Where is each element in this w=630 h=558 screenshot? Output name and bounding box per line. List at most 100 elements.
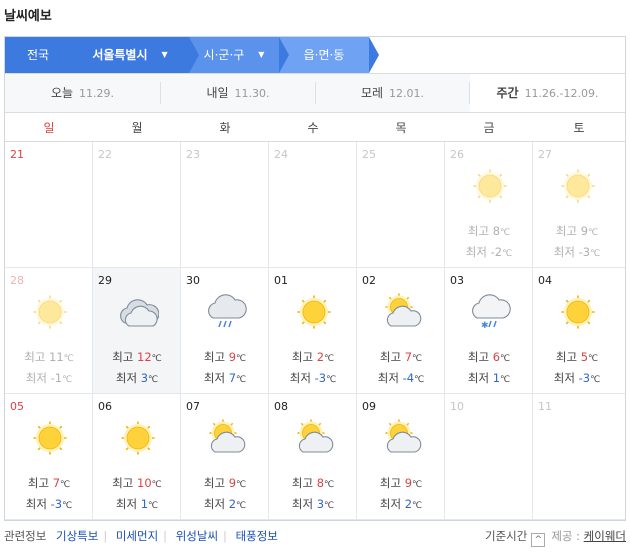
calendar-day-cell: 03 ✱ 최고 6℃ 최저 1℃ <box>445 268 533 394</box>
location-country-button[interactable]: 전국 <box>5 37 81 73</box>
low-temp-label: 최저 <box>553 371 575 385</box>
high-temp-value: 9 <box>404 476 413 490</box>
location-town-dropdown[interactable]: 읍·면·동 <box>279 37 379 73</box>
link-satellite[interactable]: 위성날씨 <box>176 529 218 543</box>
high-temp-label: 최고 <box>112 476 134 490</box>
temperature-range: 최고 8℃ 최저 3℃ <box>269 474 357 516</box>
day-number: 27 <box>538 148 552 161</box>
chevron-down-icon: ▼ <box>258 50 265 59</box>
temp-unit: ℃ <box>590 375 601 385</box>
temperature-range: 최고 2℃ 최저 -3℃ <box>269 348 357 390</box>
low-temp-value: 1 <box>492 371 501 385</box>
high-temp-label: 최고 <box>27 476 50 490</box>
temp-unit: ℃ <box>62 375 73 385</box>
temperature-range: 최고 11℃ 최저 -1℃ <box>5 348 93 390</box>
temp-unit: ℃ <box>324 501 335 511</box>
low-temp-value: -4 <box>402 371 415 385</box>
temperature-range: 최고 6℃ 최저 1℃ <box>445 348 533 390</box>
weekday-label: 토 <box>573 121 585 135</box>
high-temp-value: 9 <box>228 476 237 490</box>
link-weather-warning[interactable]: 기상특보 <box>56 529 98 543</box>
location-town-label: 읍·면·동 <box>303 48 345 62</box>
tab-tomorrow[interactable]: 내일 11.30. <box>161 74 315 112</box>
page-title: 날씨예보 <box>4 9 52 24</box>
location-district-dropdown[interactable]: 시·군·구 ▼ <box>189 37 289 73</box>
high-temp-value: 8 <box>316 476 325 490</box>
low-temp-value: -1 <box>50 371 63 385</box>
calendar-day-cell: 30 최고 9℃ 최저 7℃ <box>181 268 269 394</box>
high-temp-label: 최고 <box>467 350 490 364</box>
day-number: 25 <box>362 148 376 161</box>
low-temp-value: -2 <box>490 245 503 259</box>
day-number: 26 <box>450 148 464 161</box>
low-temp-value: -3 <box>578 371 591 385</box>
base-time-label: 기준시간 <box>484 529 528 543</box>
temp-unit: ℃ <box>63 354 74 364</box>
chevron-down-icon: ▼ <box>161 50 168 59</box>
temp-unit: ℃ <box>500 375 511 385</box>
high-temp-label: 최고 <box>467 224 490 238</box>
day-number: 28 <box>10 274 24 287</box>
calendar-day-cell: 01 최고 2℃ 최저 -3℃ <box>269 268 357 394</box>
calendar-day-cell: 25 <box>357 142 445 268</box>
temp-unit: ℃ <box>148 375 159 385</box>
tab-today[interactable]: 오늘 11.29. <box>5 74 160 112</box>
day-number: 11 <box>538 400 552 413</box>
temp-unit: ℃ <box>151 480 162 490</box>
provider-label: 제공 : <box>551 529 581 543</box>
high-temp-label: 최고 <box>112 350 134 364</box>
calendar-day-cell: 02 최고 7℃ 최저 -4℃ <box>357 268 445 394</box>
tab-weekly[interactable]: 주간 11.26.-12.09. <box>470 74 625 112</box>
low-temp-label: 최저 <box>115 371 138 385</box>
tab-label: 주간 <box>496 86 519 100</box>
temp-unit: ℃ <box>412 501 423 511</box>
low-temp-label: 최저 <box>377 371 399 385</box>
sun-icon <box>29 292 71 332</box>
tab-day-after[interactable]: 모레 12.01. <box>316 74 469 112</box>
tab-date: 11.30. <box>234 87 270 100</box>
low-temp-value: 3 <box>140 371 149 385</box>
calendar-day-cell: 29 최고 12℃ 최저 3℃ <box>93 268 181 394</box>
temp-unit: ℃ <box>60 480 71 490</box>
low-temp-value: -3 <box>578 245 591 259</box>
high-temp-value: 5 <box>580 350 589 364</box>
temperature-range: 최고 9℃ 최저 -3℃ <box>533 222 621 264</box>
calendar-day-cell: 04 최고 5℃ 최저 -3℃ <box>533 268 625 394</box>
tab-date: 11.29. <box>79 87 115 100</box>
temp-unit: ℃ <box>412 480 423 490</box>
temp-unit: ℃ <box>148 501 159 511</box>
svg-text:✱: ✱ <box>481 321 489 331</box>
location-city-dropdown[interactable]: 서울특별시 ▼ <box>71 37 199 73</box>
link-typhoon[interactable]: 태풍정보 <box>236 529 278 543</box>
low-temp-value: 1 <box>140 497 149 511</box>
tab-label: 모레 <box>360 86 384 100</box>
temperature-range: 최고 10℃ 최저 1℃ <box>93 474 181 516</box>
calendar-day-cell: 27 최고 9℃ 최저 -3℃ <box>533 142 625 268</box>
high-temp-label: 최고 <box>291 350 314 364</box>
temp-unit: ℃ <box>588 354 599 364</box>
calendar-day-cell: 05 최고 7℃ 최저 -3℃ <box>5 394 93 520</box>
sun-icon <box>293 292 335 332</box>
sun-icon <box>117 418 159 458</box>
tab-label: 내일 <box>206 86 229 100</box>
high-temp-value: 8 <box>492 224 501 238</box>
location-country-label: 전국 <box>26 48 50 62</box>
high-temp-label: 최고 <box>379 476 402 490</box>
link-fine-dust[interactable]: 미세먼지 <box>116 529 158 543</box>
calendar-day-cell: 22 <box>93 142 181 268</box>
weekday-label: 목 <box>395 121 407 135</box>
calendar-day-cell: 10 <box>445 394 533 520</box>
temp-unit: ℃ <box>590 249 601 259</box>
calendar-day-cell: 09 최고 9℃ 최저 2℃ <box>357 394 445 520</box>
provider-link[interactable]: 케이웨더 <box>584 529 626 543</box>
low-temp-value: -3 <box>314 371 327 385</box>
tab-label: 오늘 <box>50 86 74 100</box>
temperature-range: 최고 8℃ 최저 -2℃ <box>445 222 533 264</box>
high-temp-label: 최고 <box>24 350 46 364</box>
base-time-up-icon[interactable]: ^ <box>531 533 546 547</box>
partly-cloudy-icon <box>293 418 335 458</box>
low-temp-label: 최저 <box>203 497 226 511</box>
weekday-label: 화 <box>219 121 231 135</box>
weekday-label: 수 <box>307 121 319 135</box>
temp-unit: ℃ <box>414 375 425 385</box>
